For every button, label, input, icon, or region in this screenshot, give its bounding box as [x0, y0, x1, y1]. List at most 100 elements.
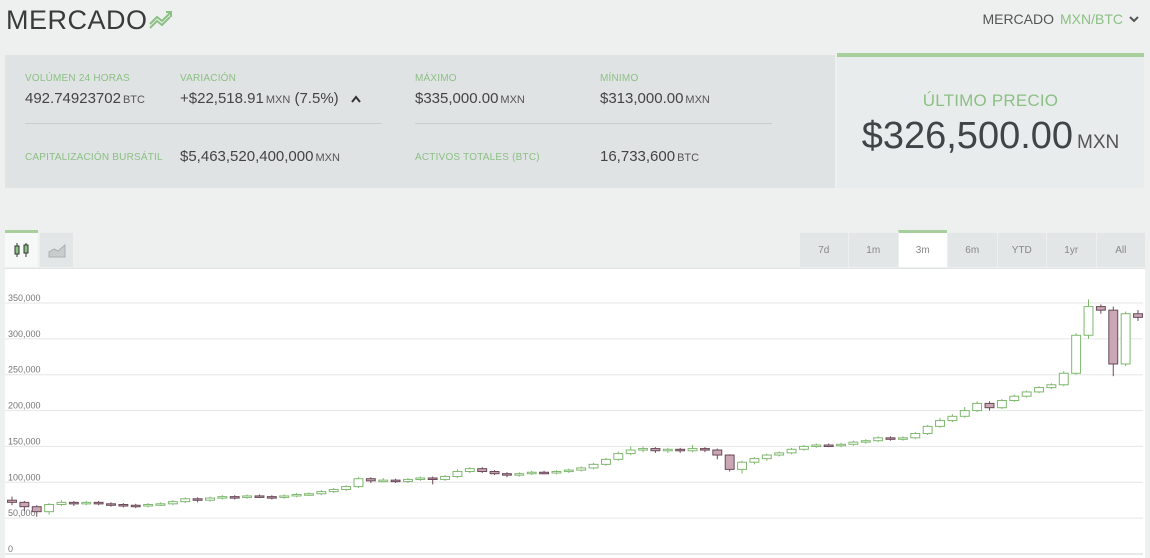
- candle-body: [217, 496, 228, 499]
- candle-body: [1133, 313, 1143, 318]
- market-cap-label: CAPITALIZACIÓN BURSÁTIL: [25, 152, 163, 163]
- candle: [526, 470, 537, 476]
- candle-body: [452, 471, 463, 478]
- candle: [1034, 386, 1044, 394]
- candle: [143, 503, 154, 508]
- market-cap-value: $5,463,520,400,000 MXN: [180, 148, 340, 165]
- market-selector[interactable]: MERCADO MXN/BTC: [982, 11, 1140, 27]
- candle-body: [922, 425, 933, 435]
- range-tab-all[interactable]: All: [1095, 233, 1145, 267]
- range-tab-1m[interactable]: 1m: [848, 233, 898, 267]
- candle: [922, 424, 933, 435]
- chevron-down-icon: [1129, 16, 1139, 23]
- candle: [860, 439, 871, 444]
- candle-body: [242, 495, 253, 498]
- chart-toolbar: 7d 1m 3m 6m YTD 1yr All: [5, 230, 1145, 268]
- y-tick-label: 50,000: [8, 508, 36, 518]
- range-tab-1yr[interactable]: 1yr: [1046, 233, 1096, 267]
- candle-body: [1009, 395, 1020, 402]
- candle: [514, 472, 525, 477]
- y-tick-label: 150,000: [8, 436, 41, 446]
- candlestick-chart-button[interactable]: [5, 230, 38, 267]
- candle-body: [167, 501, 178, 505]
- last-price-panel: ÚLTIMO PRECIO $326,500.00 MXN: [837, 53, 1144, 188]
- candle: [1133, 310, 1143, 321]
- candle: [984, 401, 995, 411]
- candle-body: [625, 449, 636, 455]
- candle-body: [291, 493, 302, 497]
- candle: [477, 467, 488, 473]
- max-unit: MXN: [500, 94, 525, 106]
- candle: [205, 496, 215, 502]
- candle-body: [68, 501, 79, 505]
- candle: [440, 475, 451, 481]
- candle-body: [93, 501, 104, 505]
- candle-body: [353, 478, 364, 488]
- candle: [1108, 306, 1119, 377]
- candle: [638, 446, 649, 453]
- candle-body: [823, 444, 834, 447]
- price-chart-area: 0 50,000 100,000 150,000 200,000 250,000 300,0…: [5, 268, 1145, 558]
- candle-body: [1046, 384, 1057, 389]
- stats-divider: [415, 123, 772, 124]
- range-tab-6m[interactable]: 6m: [947, 233, 997, 267]
- candle: [761, 453, 772, 461]
- candle-body: [341, 486, 352, 490]
- candle-body: [328, 488, 339, 493]
- candle-body: [600, 458, 611, 465]
- candle-body: [440, 476, 451, 480]
- candle: [353, 477, 364, 489]
- candle-body: [613, 453, 624, 460]
- last-price-value: $326,500.00 MXN: [837, 115, 1144, 158]
- candle-body: [1083, 306, 1094, 336]
- price-candlestick-chart: 0 50,000 100,000 150,000 200,000 250,000 300,0…: [5, 293, 1143, 555]
- candle: [885, 436, 896, 441]
- candle: [118, 503, 129, 508]
- candle-body: [180, 498, 191, 503]
- min-unit: MXN: [685, 94, 710, 106]
- candle-body: [1034, 387, 1044, 393]
- candle-body: [737, 461, 747, 470]
- candle: [452, 469, 463, 478]
- candle-body: [1021, 391, 1032, 397]
- candle-body: [477, 468, 488, 473]
- page-title: MERCADO: [6, 5, 148, 35]
- variation-amount: +$22,518.91: [180, 90, 264, 107]
- candle: [539, 470, 550, 475]
- caret-up-icon: [351, 95, 361, 103]
- candle-body: [192, 498, 203, 501]
- candle-body: [514, 473, 525, 476]
- candle: [464, 467, 475, 473]
- candle: [625, 446, 636, 456]
- area-chart-button[interactable]: [40, 233, 73, 267]
- candle-body: [724, 454, 735, 470]
- last-price-amount: $326,500.00: [861, 115, 1074, 157]
- candlestick-icon: [14, 243, 28, 257]
- candle: [873, 436, 884, 443]
- candle: [563, 468, 574, 473]
- area-chart-icon: [48, 243, 65, 258]
- range-tab-3m[interactable]: 3m: [897, 230, 947, 267]
- candle-body: [365, 478, 376, 482]
- max-value: $335,000.00 MXN: [415, 90, 525, 107]
- candle-body: [143, 504, 154, 507]
- candle-body: [947, 415, 958, 422]
- candle-body: [996, 400, 1007, 409]
- market-cap-unit: MXN: [315, 152, 340, 164]
- market-pair: MXN/BTC: [1060, 11, 1123, 27]
- header: MERCADO MERCADO MXN/BTC: [0, 0, 1150, 40]
- candle-body: [427, 477, 438, 480]
- candle: [501, 472, 512, 478]
- candle: [749, 457, 760, 465]
- range-tab-ytd[interactable]: YTD: [996, 233, 1046, 267]
- candle: [489, 470, 500, 476]
- candle-body: [205, 497, 215, 501]
- candle-body: [749, 458, 760, 463]
- range-tab-7d[interactable]: 7d: [798, 233, 848, 267]
- candle: [613, 451, 624, 461]
- candle: [1009, 394, 1020, 402]
- candle-body: [415, 477, 426, 480]
- candle-body: [984, 402, 995, 409]
- candle: [1021, 390, 1032, 398]
- candle: [93, 500, 104, 506]
